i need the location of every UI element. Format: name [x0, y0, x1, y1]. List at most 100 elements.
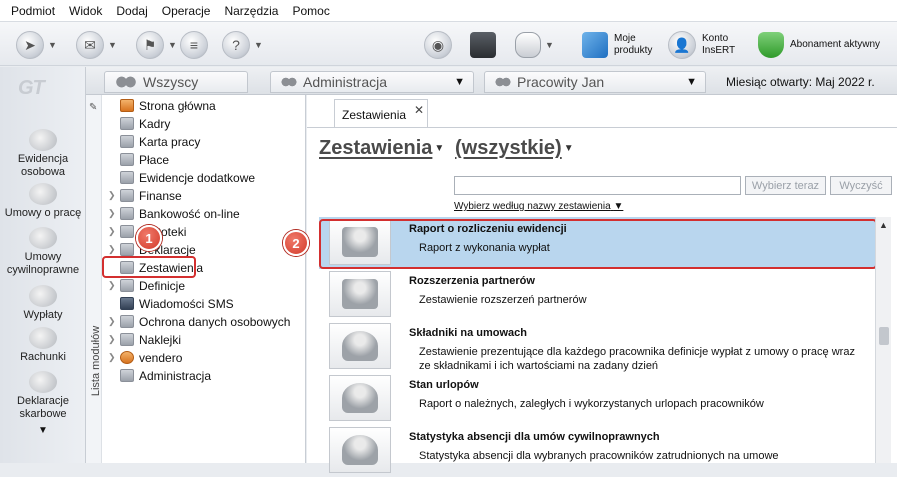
list-item[interactable]: Rozszerzenia partnerów Zestawienie rozsz…: [319, 269, 875, 321]
cube-button[interactable]: [470, 30, 496, 60]
module-label: Płace: [139, 152, 170, 167]
search-input[interactable]: [454, 176, 741, 195]
scrollbar[interactable]: ▲: [875, 217, 891, 463]
chevron-down-icon: ▼: [613, 201, 624, 212]
rail-deklaracje-skarbowe[interactable]: Deklaracje skarbowe: [0, 371, 86, 421]
person-report-icon: [329, 427, 391, 473]
rail-umowy-o-prace[interactable]: Umowy o pracę: [0, 183, 86, 220]
clear-button[interactable]: Wyczyść: [830, 176, 892, 195]
expand-icon[interactable]: ❯: [108, 226, 118, 237]
rail-rachunki[interactable]: Rachunki: [0, 327, 86, 364]
module-naklejki[interactable]: ❯ Naklejki: [108, 331, 181, 348]
papers-button[interactable]: ≡: [180, 30, 208, 60]
rail-ewidencja-osobowa[interactable]: Ewidencja osobowa: [0, 129, 86, 179]
module-label: Kadry: [139, 116, 171, 131]
list-item[interactable]: Statystyka absencji dla umów cywilnopraw…: [319, 425, 875, 477]
module-ochrona-danych[interactable]: ❯ Ochrona danych osobowych: [108, 313, 290, 330]
rail-item-label: Ewidencja osobowa: [17, 153, 69, 178]
tab-zestawienia[interactable]: Zestawienia ✕: [334, 99, 428, 127]
cloud-button[interactable]: ▼: [515, 30, 555, 60]
pin-icon[interactable]: ✎: [89, 102, 97, 113]
tab-wszyscy-label: Wszyscy: [143, 74, 199, 90]
expand-icon[interactable]: ❯: [108, 334, 118, 345]
expand-icon[interactable]: ❯: [108, 352, 118, 363]
module-bankowosc[interactable]: ❯ Bankowość on-line: [108, 205, 240, 222]
menu-widok[interactable]: Widok: [62, 0, 109, 22]
menu-podmiot[interactable]: Podmiot: [4, 0, 62, 22]
rail-more-down-icon[interactable]: ▼: [38, 425, 48, 436]
globe-button[interactable]: ◉: [424, 30, 452, 60]
payout-icon: [29, 285, 57, 307]
stamp-button[interactable]: ⚑ ▼: [136, 30, 178, 60]
highlight-zestawienia: [102, 256, 196, 278]
module-administracja[interactable]: Administracja: [108, 367, 211, 384]
help-icon: ?: [222, 31, 250, 59]
combo-administracja[interactable]: Administracja ▼: [270, 71, 474, 93]
combo-pracownik[interactable]: Pracowity Jan ▼: [484, 71, 706, 93]
chevron-down-icon: ▼: [686, 76, 697, 88]
people-icon: [281, 74, 297, 90]
module-strona-glowna[interactable]: Strona główna: [108, 97, 216, 114]
tab-wszyscy[interactable]: Wszyscy: [104, 71, 248, 93]
rail-item-label: Umowy o pracę: [4, 207, 82, 219]
expand-icon[interactable]: ❯: [108, 244, 118, 255]
expand-icon[interactable]: ❯: [108, 280, 118, 291]
globe-icon: ◉: [424, 31, 452, 59]
expand-icon[interactable]: ❯: [108, 316, 118, 327]
chevron-down-icon: ▼: [168, 40, 177, 50]
choose-by-name-link[interactable]: Wybierz według nazwy zestawienia ▼: [454, 201, 623, 212]
menu-pomoc[interactable]: Pomoc: [285, 0, 336, 22]
module-label: Wiadomości SMS: [139, 296, 234, 311]
module-place[interactable]: Płace: [108, 151, 169, 168]
rail-item-label: Rachunki: [20, 351, 66, 363]
sql-report-icon: [329, 271, 391, 317]
choose-now-button[interactable]: Wybierz teraz: [745, 176, 826, 195]
list-item[interactable]: Składniki na umowach Zestawienie prezent…: [319, 321, 875, 373]
close-icon[interactable]: ✕: [414, 103, 424, 117]
help-button[interactable]: ? ▼: [222, 30, 264, 60]
konto-insert-button[interactable]: 👤 Konto InsERT: [668, 30, 735, 60]
receive-button[interactable]: ✉ ▼: [76, 30, 118, 60]
moje-produkty-button[interactable]: Moje produkty: [582, 30, 652, 60]
user-icon: 👤: [668, 31, 696, 59]
rail-wyplaty[interactable]: Wypłaty: [0, 285, 86, 322]
chevron-down-icon: ▼: [563, 143, 574, 155]
abonament-label: Abonament aktywny: [790, 39, 881, 50]
payroll-icon: [120, 153, 134, 166]
send-button[interactable]: ➤ ▼: [16, 30, 58, 60]
abonament-button[interactable]: Abonament aktywny: [758, 30, 880, 60]
scroll-up-icon[interactable]: ▲: [879, 220, 888, 230]
module-definicje[interactable]: ❯ Definicje: [108, 277, 185, 294]
module-karta-pracy[interactable]: Karta pracy: [108, 133, 200, 150]
filter-selector[interactable]: (wszystkie) ▼: [455, 137, 574, 160]
list-item[interactable]: Stan urlopów Raport o należnych, zaległy…: [319, 373, 875, 425]
files-icon: [120, 225, 134, 238]
module-label: Ewidencje dodatkowe: [139, 170, 256, 185]
stamp-icon: ⚑: [136, 31, 164, 59]
module-kadry[interactable]: Kadry: [108, 115, 170, 132]
chevron-down-icon: ▼: [545, 40, 554, 50]
timecard-icon: [120, 135, 134, 148]
combo-administracja-label: Administracja: [303, 74, 388, 90]
module-label: Naklejki: [139, 332, 182, 347]
moje-produkty-label: Moje produkty: [614, 33, 653, 56]
rail-item-label: Deklaracje skarbowe: [17, 395, 69, 420]
module-finanse[interactable]: ❯ Finanse: [108, 187, 182, 204]
chevron-down-icon: ▼: [454, 76, 465, 88]
rail-umowy-cywilnoprawne[interactable]: Umowy cywilnoprawne: [0, 227, 86, 277]
menu-dodaj[interactable]: Dodaj: [109, 0, 154, 22]
page-title[interactable]: Zestawienia ▼: [319, 137, 444, 160]
module-ewidencje-dodatkowe[interactable]: Ewidencje dodatkowe: [108, 169, 255, 186]
expand-icon[interactable]: ❯: [108, 208, 118, 219]
expand-icon[interactable]: ❯: [108, 190, 118, 201]
menu-narzedzia[interactable]: Narzędzia: [217, 0, 285, 22]
module-vendero[interactable]: ❯ vendero: [108, 349, 182, 366]
lock-icon: [120, 315, 134, 328]
scroll-thumb[interactable]: [879, 327, 889, 345]
receive-icon: ✉: [76, 31, 104, 59]
module-label: vendero: [139, 350, 183, 365]
report-description: Zestawienie prezentujące dla każdego pra…: [419, 346, 855, 372]
menu-operacje[interactable]: Operacje: [155, 0, 218, 22]
module-wiadomosci-sms[interactable]: Wiadomości SMS: [108, 295, 234, 312]
finance-icon: [120, 189, 134, 202]
